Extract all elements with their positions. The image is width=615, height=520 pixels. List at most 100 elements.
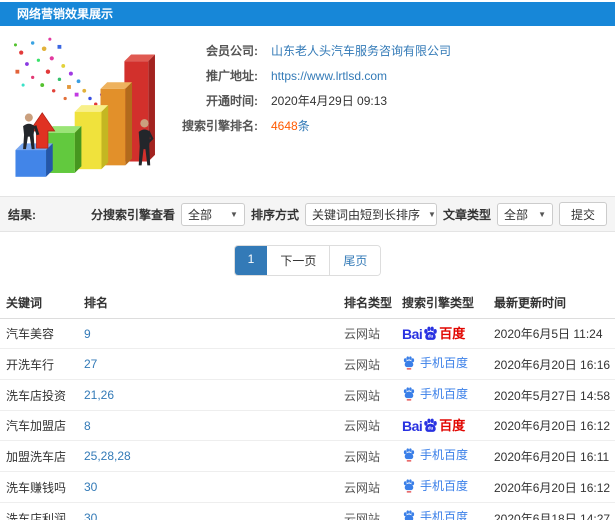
sort-select[interactable]: 关键词由短到长排序 ▼ — [304, 202, 437, 226]
chevron-down-icon: ▼ — [427, 209, 436, 219]
page: 网络营销效果展示 会员公司: 山东老人头汽车服务咨询有限公司 推广地址: htt… — [0, 0, 615, 520]
baidu-logo-bai: Bai — [402, 325, 423, 342]
promo-url-link[interactable]: https://www.lrtlsd.com — [271, 69, 387, 83]
update-time-cell: 2020年6月20日 16:12 — [490, 410, 615, 441]
rank-type-cell: 云网站 — [340, 502, 398, 520]
engine-filter-label: 分搜索引擎查看 — [90, 207, 175, 222]
keyword-cell: 开洗车行 — [0, 348, 80, 380]
engine-cell: Bai du 百度 — [398, 379, 490, 411]
rank-type-cell: 云网站 — [340, 379, 398, 411]
baidu-logo-cn: 百度 — [439, 326, 466, 341]
engine-cell: Bai du 百度 — [398, 471, 490, 503]
page-title: 网络营销效果展示 — [0, 2, 615, 26]
baidu-paw-du-text: du — [428, 425, 434, 430]
filter-controls: 分搜索引擎查看 全部 ▼ 排序方式 关键词由短到长排序 ▼ 文章类型 全部 ▼ … — [91, 202, 607, 226]
keyword-cell: 洗车店投资 — [0, 379, 80, 411]
header-update-time: 最新更新时间 — [490, 286, 615, 319]
mobile-baidu-paw-icon — [403, 387, 415, 401]
confetti-dots — [13, 37, 103, 106]
mobile-baidu-logo: 手机百度 — [402, 386, 468, 401]
article-filter-label: 文章类型 — [442, 207, 491, 222]
engine-cell: Bai du 百度 — [398, 502, 490, 520]
summary-panel: 会员公司: 山东老人头汽车服务咨询有限公司 推广地址: https://www.… — [0, 26, 615, 190]
keyword-cell: 洗车店利润 — [0, 502, 80, 520]
mobile-baidu-label: 手机百度 — [420, 478, 469, 493]
submit-button[interactable]: 提交 — [558, 202, 607, 226]
rank-cell[interactable]: 30 — [80, 471, 340, 503]
article-type-select-value: 全部 — [503, 207, 528, 222]
open-time-value: 2020年4月29日 09:13 — [271, 94, 388, 108]
chevron-down-icon: ▼ — [538, 209, 546, 219]
last-page-button[interactable]: 尾页 — [329, 246, 381, 275]
rank-count-value: 4648条 — [271, 117, 310, 134]
engine-select[interactable]: 全部 ▼ — [180, 202, 245, 226]
sort-filter-label: 排序方式 — [250, 207, 299, 222]
rank-cell[interactable]: 9 — [80, 318, 340, 349]
mobile-baidu-label: 手机百度 — [420, 447, 469, 462]
baidu-paw-du-text: du — [428, 333, 434, 338]
rank-cell[interactable]: 8 — [80, 410, 340, 441]
results-table-body: 汽车美容 9 云网站 Bai du 百度 2020年6月5日 11:24 开洗车… — [0, 318, 615, 520]
header-rank: 排名 — [80, 286, 340, 319]
table-row: 洗车店投资 21,26 云网站 Bai du 百度 — [0, 379, 615, 411]
info-row-rank-count: 搜索引擎排名: 4648条 — [178, 113, 615, 138]
company-label: 会员公司: — [206, 44, 258, 58]
info-row-url: 推广地址: https://www.lrtlsd.com — [178, 63, 615, 88]
update-time-cell: 2020年5月27日 14:58 — [490, 379, 615, 411]
update-time-cell: 2020年6月5日 11:24 — [490, 318, 615, 349]
table-row: 洗车赚钱吗 30 云网站 Bai du 百度 — [0, 471, 615, 503]
header-rank-type: 排名类型 — [340, 286, 398, 319]
next-page-button[interactable]: 下一页 — [267, 246, 330, 275]
mobile-baidu-paw-icon — [403, 479, 415, 493]
header-engine-type: 搜索引擎类型 — [398, 286, 490, 319]
sort-select-value: 关键词由短到长排序 — [311, 207, 420, 222]
keyword-cell: 加盟洗车店 — [0, 440, 80, 472]
result-label: 结果: — [8, 207, 36, 222]
mobile-baidu-label: 手机百度 — [420, 509, 469, 520]
account-info: 会员公司: 山东老人头汽车服务咨询有限公司 推广地址: https://www.… — [178, 26, 615, 190]
info-row-company: 会员公司: 山东老人头汽车服务咨询有限公司 — [178, 38, 615, 63]
mobile-baidu-logo: 手机百度 — [402, 478, 468, 493]
baidu-logo: Bai du 百度 — [402, 417, 465, 434]
article-type-select[interactable]: 全部 ▼ — [496, 202, 553, 226]
page-1-button[interactable]: 1 — [234, 246, 268, 275]
table-header-row: 关键词 排名 排名类型 搜索引擎类型 最新更新时间 — [0, 286, 615, 319]
table-row: 洗车店利润 30 云网站 Bai du 百度 — [0, 502, 615, 520]
rank-count-number: 4648 — [271, 119, 298, 133]
rank-type-cell: 云网站 — [340, 471, 398, 503]
rank-cell[interactable]: 21,26 — [80, 379, 340, 411]
open-time-label: 开通时间: — [206, 94, 258, 108]
baidu-logo: Bai du 百度 — [402, 325, 465, 342]
keyword-cell: 洗车赚钱吗 — [0, 471, 80, 503]
baidu-logo-cn: 百度 — [439, 418, 466, 433]
mobile-baidu-paw-icon — [403, 448, 415, 462]
table-row: 加盟洗车店 25,28,28 云网站 Bai du 百度 — [0, 440, 615, 472]
table-row: 汽车加盟店 8 云网站 Bai du 百度 2020年6月20日 16:12 — [0, 410, 615, 441]
update-time-cell: 2020年6月18日 14:27 — [490, 502, 615, 520]
mobile-baidu-logo: 手机百度 — [402, 509, 468, 520]
rank-cell[interactable]: 25,28,28 — [80, 440, 340, 472]
rank-type-cell: 云网站 — [340, 440, 398, 472]
pagination-container: 1 下一页 尾页 — [0, 232, 615, 286]
chevron-down-icon: ▼ — [230, 209, 238, 219]
mobile-baidu-logo: 手机百度 — [402, 355, 468, 370]
engine-cell: Bai du 百度 — [398, 318, 490, 349]
engine-select-value: 全部 — [187, 207, 212, 222]
results-table: 关键词 排名 排名类型 搜索引擎类型 最新更新时间 汽车美容 9 云网站 Bai — [0, 286, 615, 520]
company-link[interactable]: 山东老人头汽车服务咨询有限公司 — [271, 42, 451, 59]
rank-type-cell: 云网站 — [340, 410, 398, 441]
rank-count-suffix: 条 — [297, 119, 310, 133]
mobile-baidu-logo: 手机百度 — [402, 447, 468, 462]
rank-cell[interactable]: 30 — [80, 502, 340, 520]
promo-url-label: 推广地址: — [206, 69, 258, 83]
baidu-paw-icon: du — [424, 326, 438, 340]
mobile-baidu-label: 手机百度 — [420, 386, 469, 401]
update-time-cell: 2020年6月20日 16:12 — [490, 471, 615, 503]
mobile-baidu-paw-icon — [403, 510, 415, 520]
mobile-baidu-label: 手机百度 — [420, 355, 469, 370]
keyword-cell: 汽车美容 — [0, 318, 80, 349]
engine-cell: Bai du 百度 — [398, 440, 490, 472]
update-time-cell: 2020年6月20日 16:11 — [490, 440, 615, 472]
rank-cell[interactable]: 27 — [80, 348, 340, 380]
filter-bar: 结果: 分搜索引擎查看 全部 ▼ 排序方式 关键词由短到长排序 ▼ 文章类型 全… — [0, 196, 615, 232]
